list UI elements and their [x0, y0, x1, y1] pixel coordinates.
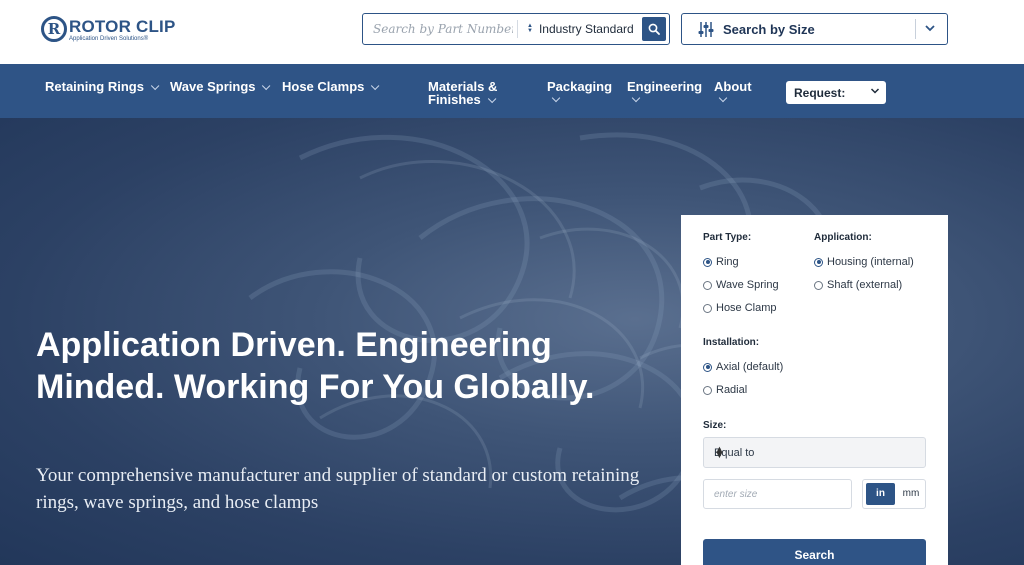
size-label: Size:	[703, 420, 727, 431]
logo-tagline: Application Driven Solutions®	[69, 36, 149, 42]
radio-selected[interactable]	[703, 257, 712, 267]
part-type-wave-spring-option[interactable]: Wave Spring	[703, 279, 779, 291]
chevron-down-icon	[718, 93, 728, 103]
nav-about[interactable]: About	[714, 79, 752, 103]
radio-unselected[interactable]	[703, 385, 712, 395]
nav-wave-springs[interactable]: Wave Springs	[170, 79, 271, 94]
chevron-down-icon	[551, 93, 561, 103]
chevron-down-icon	[371, 81, 380, 91]
sliders-icon	[698, 22, 714, 37]
size-comparator-select[interactable]: Equal to ▲ ▼	[703, 437, 926, 468]
installation-label: Installation:	[703, 337, 760, 348]
size-search-divider	[915, 19, 916, 39]
nav-wave-springs-label: Wave Springs	[170, 79, 256, 94]
chevron-down-icon	[925, 25, 935, 32]
part-type-hose-clamp-option[interactable]: Hose Clamp	[703, 302, 777, 314]
option-label: Housing (internal)	[827, 256, 914, 268]
chevron-down-icon	[487, 94, 497, 104]
chevron-down-icon	[870, 88, 880, 94]
part-finder-panel: Part Type: Ring Wave Spring Hose Clamp A…	[681, 215, 948, 565]
updown-arrows-icon: ▲ ▼	[527, 23, 533, 34]
radio-unselected[interactable]	[814, 280, 823, 290]
chevron-down-icon	[262, 81, 271, 91]
part-type-label: Part Type:	[703, 232, 752, 243]
option-label: Radial	[716, 384, 748, 396]
nav-hose-clamps[interactable]: Hose Clamps	[282, 79, 380, 94]
chevron-down-icon	[150, 81, 160, 91]
part-type-ring-option[interactable]: Ring	[703, 256, 739, 268]
part-number-search: ▲▼ Industry Standard	[362, 13, 670, 45]
part-search-button[interactable]	[642, 17, 666, 41]
radio-unselected[interactable]	[703, 303, 712, 313]
main-nav: Retaining Rings Wave Springs Hose Clamps…	[0, 64, 1024, 118]
hero-subtitle: Your comprehensive manufacturer and supp…	[36, 465, 640, 513]
nav-retaining-rings-label: Retaining Rings	[45, 79, 144, 94]
search-by-size-label: Search by Size	[723, 22, 815, 37]
industry-standard-label: Industry Standard	[538, 22, 634, 36]
application-label: Application:	[814, 232, 872, 243]
option-label: Hose Clamp	[716, 302, 777, 314]
rotor-clip-logo[interactable]: R ROTOR CLIP Application Driven Solution…	[41, 14, 181, 46]
unit-toggle: in mm	[862, 479, 926, 509]
option-label: Shaft (external)	[827, 279, 903, 291]
radio-selected[interactable]	[703, 362, 712, 372]
nav-materials-finishes[interactable]: Materials & Finishes	[428, 80, 497, 106]
application-housing-option[interactable]: Housing (internal)	[814, 256, 914, 268]
logo-name: ROTOR CLIP	[69, 17, 176, 36]
application-shaft-option[interactable]: Shaft (external)	[814, 279, 902, 291]
unit-in-button[interactable]: in	[866, 483, 895, 505]
unit-mm-button[interactable]: mm	[899, 483, 923, 505]
top-header: R ROTOR CLIP Application Driven Solution…	[0, 0, 1024, 64]
request-dropdown[interactable]: Request:	[786, 81, 886, 104]
finder-search-button[interactable]: Search	[703, 539, 926, 565]
nav-engineering-label: Engineering	[627, 79, 703, 94]
chevron-down-icon	[631, 93, 641, 103]
search-icon	[648, 23, 660, 35]
nav-materials-label-line2: Finishes	[428, 92, 481, 107]
radio-unselected[interactable]	[703, 280, 712, 290]
radio-selected[interactable]	[814, 257, 823, 267]
nav-packaging[interactable]: Packaging	[547, 79, 613, 103]
option-label: Ring	[716, 256, 739, 268]
hero-title: Application Driven. Engineering Minded. …	[36, 326, 595, 406]
size-input[interactable]	[703, 479, 852, 509]
nav-about-label: About	[714, 79, 752, 94]
search-divider	[517, 20, 518, 38]
search-by-size-dropdown[interactable]: Search by Size	[681, 13, 948, 45]
installation-radial-option[interactable]: Radial	[703, 384, 747, 396]
part-number-input[interactable]	[373, 20, 513, 38]
option-label: Wave Spring	[716, 279, 779, 291]
installation-axial-option[interactable]: Axial (default)	[703, 361, 783, 373]
industry-standard-select[interactable]: ▲ ▼ Industry Standard	[527, 20, 634, 38]
request-label: Request:	[794, 86, 846, 100]
nav-hose-clamps-label: Hose Clamps	[282, 79, 365, 94]
updown-arrows-icon: ▲ ▼	[714, 444, 725, 461]
logo-badge: R	[41, 16, 67, 42]
nav-engineering[interactable]: Engineering	[627, 79, 703, 103]
nav-retaining-rings[interactable]: Retaining Rings	[45, 79, 160, 94]
option-label: Axial (default)	[716, 361, 784, 373]
nav-packaging-label: Packaging	[547, 79, 613, 94]
